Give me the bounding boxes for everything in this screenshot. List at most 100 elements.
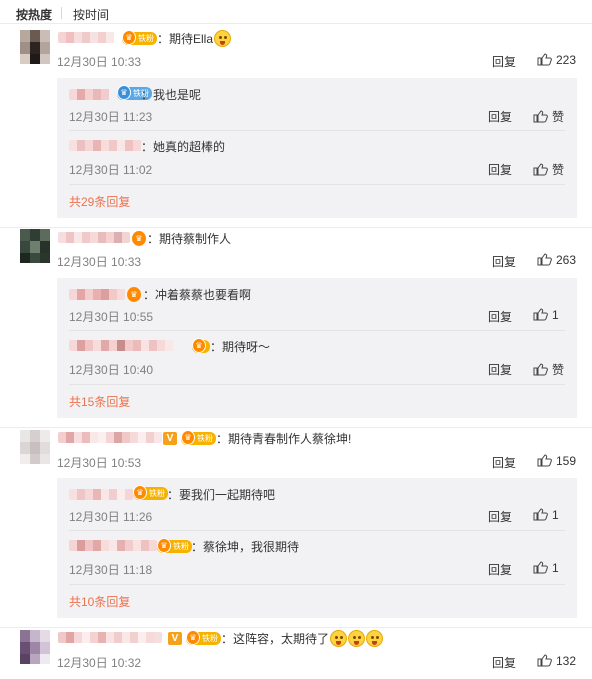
comment-text: ：这阵容，太期待了 <box>221 630 384 647</box>
crown-icon: ♛ <box>192 338 206 353</box>
thumb-up-icon <box>533 308 548 321</box>
reply-separator <box>69 184 565 185</box>
reply-separator <box>69 384 565 385</box>
reply-text-body: 她真的超棒的 <box>153 140 226 154</box>
username-blurred[interactable] <box>69 340 181 351</box>
sort-by-time[interactable]: 按时间 <box>73 6 109 23</box>
reply-button[interactable]: 回复 <box>492 654 516 671</box>
colon: ： <box>157 32 170 46</box>
reply-text: ：她真的超棒的 <box>141 138 225 155</box>
comment-text: ：期待Ella <box>157 30 232 47</box>
reply-text: ：要我们一起期待吧 <box>167 486 275 503</box>
surprised-emoji-icon <box>330 630 348 647</box>
avatar[interactable] <box>20 430 50 464</box>
reply-button[interactable]: 回复 <box>488 508 512 525</box>
like-button[interactable]: 223 <box>537 53 576 67</box>
reply-button[interactable]: 回复 <box>488 161 512 178</box>
thumb-up-icon <box>537 454 552 467</box>
more-replies-link[interactable]: 共15条回复 <box>69 393 130 410</box>
thumb-up-icon <box>533 561 548 574</box>
username-blurred[interactable] <box>69 540 157 551</box>
reply-button[interactable]: 回复 <box>488 361 512 378</box>
comment-time: 12月30日 10:53 <box>57 456 142 470</box>
username-blurred[interactable] <box>58 432 162 443</box>
fan-badge: ♛ 铁粉 <box>133 485 168 500</box>
reply-button[interactable]: 回复 <box>488 561 512 578</box>
username-blurred[interactable] <box>69 489 133 500</box>
like-button[interactable]: 1 <box>533 308 559 322</box>
thumb-up-icon <box>533 363 548 376</box>
reply-button[interactable]: 回复 <box>492 253 516 270</box>
comment-text: ：期待青春制作人蔡徐坤! <box>216 430 351 447</box>
thumb-up-icon <box>537 253 552 266</box>
reply-button[interactable]: 回复 <box>492 454 516 471</box>
reply-separator <box>69 584 565 585</box>
more-replies-link[interactable]: 共10条回复 <box>69 593 130 610</box>
sort-bar: 按热度 按时间 <box>0 0 592 24</box>
like-count: 1 <box>552 308 559 322</box>
like-count: 263 <box>556 253 577 267</box>
badge-label: 铁粉 <box>197 434 213 443</box>
crown-icon: ♛ <box>122 30 136 45</box>
reply-thread: ♛ 铁粉 ：要我们一起期待吧 12月30日 11:26 回复 1 ♛ 铁粉 ：蔡徐坤… <box>57 478 577 618</box>
badge-label: 铁粉 <box>202 634 218 643</box>
like-button[interactable]: 263 <box>537 253 576 267</box>
reply-separator <box>69 530 565 531</box>
username-blurred[interactable] <box>58 632 162 643</box>
reply-button[interactable]: 回复 <box>488 308 512 325</box>
like-count: 159 <box>556 454 577 468</box>
crown-icon: ♛ <box>181 430 195 445</box>
username-blurred[interactable] <box>58 232 130 243</box>
surprised-emoji-icon <box>366 630 384 647</box>
username-blurred[interactable] <box>58 32 118 43</box>
crown-icon: ♛ <box>133 485 147 500</box>
more-replies-link[interactable]: 共29条回复 <box>69 193 130 210</box>
colon: ： <box>141 140 154 154</box>
username-blurred[interactable] <box>69 140 145 151</box>
like-count: 赞 <box>552 110 565 124</box>
like-button[interactable]: 132 <box>537 654 576 668</box>
fan-badge: ♛ 铁粉 <box>157 538 192 553</box>
sort-by-hot[interactable]: 按热度 <box>16 6 52 23</box>
fan-badge: ♛ 铁粉 <box>186 630 221 645</box>
colon: ： <box>147 232 160 246</box>
reply-time: 12月30日 10:40 <box>69 363 154 377</box>
comment-text-body: 期待Ella <box>169 32 214 46</box>
colon: ： <box>221 632 234 646</box>
reply-text-body: 期待呀～ <box>222 340 271 354</box>
comment-text: ：期待蔡制作人 <box>147 230 231 247</box>
like-button[interactable]: 赞 <box>533 161 564 178</box>
reply-text-body: 要我们一起期待吧 <box>179 488 276 502</box>
crown-icon: ♛ <box>157 538 171 553</box>
avatar[interactable] <box>20 229 50 263</box>
comment-divider <box>0 427 592 428</box>
like-count: 1 <box>552 561 559 575</box>
comment-text-body: 期待青春制作人蔡徐坤! <box>228 432 352 446</box>
colon: ： <box>210 340 223 354</box>
username-blurred[interactable] <box>69 289 125 300</box>
reply-text: ：蔡徐坤，我很期待 <box>191 538 299 555</box>
like-count: 赞 <box>552 163 565 177</box>
colon: ： <box>143 288 156 302</box>
colon: ： <box>216 432 229 446</box>
like-button[interactable]: 1 <box>533 508 559 522</box>
avatar[interactable] <box>20 30 50 64</box>
comment-time: 12月30日 10:32 <box>57 656 142 670</box>
reply-button[interactable]: 回复 <box>492 53 516 70</box>
like-button[interactable]: 赞 <box>533 108 564 125</box>
reply-button[interactable]: 回复 <box>488 108 512 125</box>
like-button[interactable]: 1 <box>533 561 559 575</box>
thumb-up-icon <box>537 654 552 667</box>
like-button[interactable]: 159 <box>537 454 576 468</box>
colon: ： <box>191 540 204 554</box>
username-blurred[interactable] <box>69 89 113 100</box>
like-button[interactable]: 赞 <box>533 361 564 378</box>
badge-label: 铁粉 <box>149 489 165 498</box>
reply-time: 12月30日 11:23 <box>69 110 153 124</box>
like-count: 赞 <box>552 363 565 377</box>
verified-v-icon: V <box>163 432 177 445</box>
avatar[interactable] <box>20 630 50 664</box>
verified-v-icon: V <box>168 632 182 645</box>
crown-icon: ♛ <box>132 231 146 246</box>
sort-divider <box>61 7 62 19</box>
